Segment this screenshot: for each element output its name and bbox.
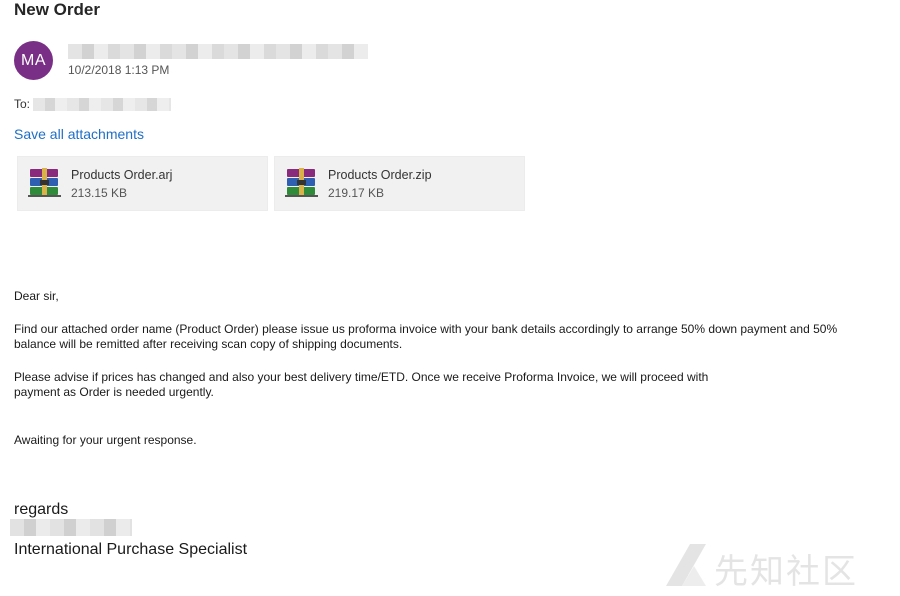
- email-timestamp: 10/2/2018 1:13 PM: [68, 63, 170, 77]
- watermark: 先知社区: [664, 540, 884, 592]
- sender-avatar[interactable]: MA: [14, 41, 53, 80]
- attachment-name: Products Order.arj: [71, 168, 173, 182]
- to-label: To:: [14, 97, 31, 111]
- attachment-card[interactable]: Products Order.arj 213.15 KB: [17, 156, 268, 211]
- signature-name-redacted: [10, 519, 132, 536]
- email-signoff: regards: [14, 501, 69, 518]
- attachment-size: 213.15 KB: [71, 186, 128, 200]
- email-paragraph: Awaiting for your urgent response.: [14, 433, 197, 447]
- attachment-card[interactable]: Products Order.zip 219.17 KB: [274, 156, 525, 211]
- sender-initials: MA: [21, 51, 46, 69]
- email-paragraph: Find our attached order name (Product Or…: [14, 322, 838, 351]
- email-subject: New Order: [14, 0, 100, 19]
- watermark-text: 先知社区: [714, 552, 858, 592]
- archive-rar-icon: [285, 168, 318, 197]
- save-all-attachments-link[interactable]: Save all attachments: [14, 126, 144, 142]
- signature-title: International Purchase Specialist: [14, 541, 248, 558]
- email-greeting: Dear sir,: [14, 289, 59, 303]
- sender-name-redacted: [68, 44, 368, 59]
- attachment-size: 219.17 KB: [328, 186, 385, 200]
- recipient-redacted: [33, 98, 171, 111]
- watermark-logo-icon: [666, 544, 706, 586]
- email-paragraph: Please advise if prices has changed and …: [14, 370, 709, 399]
- archive-rar-icon: [28, 168, 61, 197]
- attachment-name: Products Order.zip: [328, 168, 432, 182]
